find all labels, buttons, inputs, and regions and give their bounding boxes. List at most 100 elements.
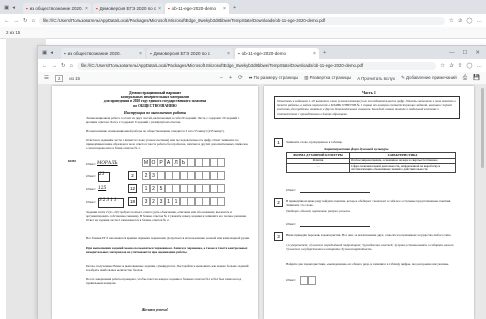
- example-4-handwritten: 32311: [99, 198, 118, 203]
- part-1-intro: Ответами к заданиям 1–20 являются слово …: [274, 96, 460, 119]
- home-icon[interactable]: ⌂: [70, 63, 73, 69]
- close-icon[interactable]: ×: [158, 6, 161, 12]
- pdf-page-left: Демонстрационный вариант контрольных изм…: [52, 86, 258, 319]
- collections-icon[interactable]: ✰: [449, 63, 454, 69]
- tab-actions-icon[interactable]: ▣: [4, 5, 9, 11]
- good-luck-text: Желаем успеха!: [141, 308, 169, 312]
- read-aloud-label: Прочитать вслух: [361, 75, 396, 81]
- instruction-para-4: Задания части 2 (21–29) требуют полного …: [86, 210, 247, 223]
- question-3-text: Ниже приведён перечень характеристик. Вс…: [286, 233, 452, 237]
- close-icon[interactable]: ×: [223, 6, 226, 12]
- rotate-icon[interactable]: ⟳: [238, 75, 243, 81]
- contents-icon[interactable]: ☰: [44, 75, 49, 81]
- question-1-number: 1: [274, 138, 283, 147]
- back-tabs-icon[interactable]: ◂: [12, 5, 15, 11]
- tab-actions-icon[interactable]: ▣: [42, 50, 47, 56]
- example-3-label: Ответ:: [86, 187, 96, 191]
- answer-1-label: Ответ:: [286, 188, 296, 192]
- forward-arrow-icon[interactable]: →: [52, 63, 58, 69]
- doc-title-2: контрольных измерительных материалов: [120, 94, 190, 99]
- pdf-icon: ▪: [25, 6, 28, 11]
- pdf-icon: ▪: [167, 6, 170, 11]
- back-tab-1[interactable]: ▪ из обществознание 2020. ×: [22, 3, 91, 14]
- zoom-in-icon[interactable]: +: [229, 75, 232, 81]
- pdf-viewport[interactable]: Демонстрационный вариант контрольных изм…: [38, 84, 486, 319]
- page-number-input[interactable]: 2: [54, 74, 64, 82]
- page-indicator[interactable]: 2 из 15: [6, 30, 20, 35]
- favorite-star-icon[interactable]: ☆: [440, 63, 445, 69]
- more-icon[interactable]: …: [477, 18, 483, 24]
- tab-label: ob-11-ege-2020-demo: [241, 51, 287, 56]
- question-3-number: 3: [274, 232, 283, 241]
- back-arrow-icon[interactable]: ←: [4, 18, 10, 24]
- instruction-para-1: Экзаменационная работа состоит из двух ч…: [86, 116, 240, 125]
- save-icon[interactable]: 💾: [473, 75, 480, 81]
- close-icon[interactable]: ×: [139, 51, 142, 57]
- url-field[interactable]: file:///C:/Users/Пользователь/AppData/Lo…: [38, 16, 445, 25]
- example-2-label: Ответ:: [86, 174, 96, 178]
- back-address-bar: ← → ↻ ⌂ file:///C:/Users/Пользователь/Ap…: [0, 14, 486, 28]
- pdf-icon: ▪: [63, 51, 66, 56]
- zoom-out-icon[interactable]: −: [220, 75, 223, 81]
- pdf-icon: ▪: [95, 6, 98, 11]
- tab-label: из обществознание 2020.: [67, 51, 121, 56]
- question-3-list: 1) суверенитет; 2) наличие определённой …: [286, 243, 455, 252]
- add-notes-label: Добавление примечаний: [405, 75, 457, 80]
- tab-label: Демоверсия ЕГЭ 2020 по с: [99, 6, 157, 11]
- favorite-star-icon[interactable]: ☆: [449, 18, 454, 24]
- print-icon[interactable]: ⎙: [463, 75, 467, 82]
- forward-arrow-icon[interactable]: →: [14, 18, 20, 24]
- question-1-text: Запишите слово, пропущенное в таблице.: [286, 140, 343, 144]
- tab-label: Демоверсия ЕГЭ 2020 по с: [153, 51, 211, 56]
- culture-table: ФОРМА ДУХОВНОЙ КУЛЬТУРЫ ХАРАКТЕРИСТИКА Р…: [286, 152, 456, 174]
- minimize-icon[interactable]: —: [449, 50, 455, 56]
- window-close-icon[interactable]: ✕: [475, 50, 480, 56]
- answer-1-line[interactable]: [300, 192, 370, 193]
- example-1-label: Ответ:: [86, 162, 96, 166]
- front-tab-3[interactable]: ▪ ob-11-ege-2020-demo ×: [234, 48, 319, 59]
- doc-title-3: для проведения в 2020 году единого госуд…: [103, 99, 207, 103]
- example-1-num: КИМ: [68, 159, 76, 163]
- example-3-cells: 125: [142, 184, 225, 193]
- back-arrow-icon[interactable]: ←: [42, 63, 48, 69]
- profile-icon[interactable]: ◯: [466, 18, 472, 24]
- part-1-title: Часть 1: [362, 90, 376, 95]
- instruction-heading: Инструкция по выполнению работы: [123, 111, 187, 115]
- fit-width-button[interactable]: ⬌ По размеру страницы: [249, 75, 298, 81]
- answer-2-line[interactable]: [300, 226, 370, 227]
- example-4-num: 18: [128, 197, 137, 206]
- collections-icon[interactable]: ✰: [458, 18, 463, 24]
- question-2-list: Традиции, обычай, церемония, ритуал, рел…: [286, 209, 351, 213]
- back-tab-3[interactable]: ▪ ob-11-ege-2020-demo ×: [164, 3, 229, 14]
- url-field[interactable]: file:///C:/Users/Пользователь/AppData/Lo…: [76, 61, 437, 70]
- page-view-button[interactable]: ▥ Развертка страницы: [304, 75, 351, 81]
- refresh-icon[interactable]: ↻: [61, 63, 66, 69]
- front-tab-2[interactable]: ▪ Демоверсия ЕГЭ 2020 по с ×: [146, 48, 233, 59]
- read-aloud-button[interactable]: A Прочитать вслух: [357, 76, 395, 81]
- answer-cell[interactable]: [307, 276, 316, 285]
- vertical-scrollbar[interactable]: [481, 88, 484, 168]
- example-3-handwritten: 125: [98, 185, 107, 191]
- table-row: … Сфера познавательной деятельности, нап…: [286, 163, 456, 174]
- close-icon[interactable]: ×: [227, 51, 230, 57]
- answer-3-cells[interactable]: [300, 276, 316, 285]
- new-tab-icon[interactable]: +: [323, 50, 326, 56]
- close-icon[interactable]: ×: [313, 51, 316, 57]
- back-tabs-icon[interactable]: ◂: [50, 50, 53, 56]
- profile-icon[interactable]: ◯: [466, 63, 472, 69]
- home-icon[interactable]: ⌂: [32, 18, 35, 24]
- tab-label: из обществознание 2020.: [29, 6, 83, 11]
- instruction-para-6: При выполнении заданий можно пользоватьс…: [86, 246, 248, 255]
- more-icon[interactable]: …: [477, 63, 483, 69]
- new-tab-icon[interactable]: +: [233, 5, 236, 11]
- example-3-num: 12: [128, 184, 137, 193]
- front-tab-1[interactable]: ▪ из обществознание 2020. ×: [60, 48, 145, 59]
- close-icon[interactable]: ×: [85, 6, 88, 12]
- share-icon[interactable]: ⇪: [458, 63, 463, 69]
- maximize-icon[interactable]: ☐: [462, 50, 467, 56]
- back-tab-2[interactable]: ▪ Демоверсия ЕГЭ 2020 по с ×: [92, 3, 163, 14]
- refresh-icon[interactable]: ↻: [23, 18, 28, 24]
- tab-label: ob-11-ege-2020-demo: [171, 6, 217, 11]
- back-pdf-toolbar: 2 из 15: [0, 27, 486, 39]
- add-notes-button[interactable]: ✎ Добавление примечаний: [401, 75, 457, 81]
